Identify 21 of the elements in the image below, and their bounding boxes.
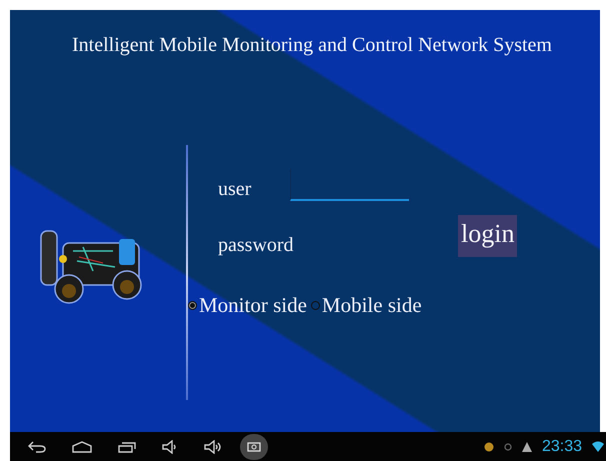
user-label: user (218, 178, 252, 201)
clock-time: 23:33 (542, 438, 582, 456)
password-label: password (218, 234, 295, 257)
volume-up-icon[interactable] (204, 440, 222, 454)
login-button[interactable]: login (458, 215, 518, 257)
radio-label[interactable]: Monitor side (199, 293, 307, 318)
home-icon[interactable] (72, 440, 92, 452)
radio-button[interactable] (310, 301, 320, 310)
radio-label[interactable]: Mobile side (322, 293, 422, 318)
screenshot-button[interactable] (240, 434, 268, 460)
wifi-icon (592, 441, 604, 452)
warning-icon (522, 442, 532, 452)
volume-down-icon[interactable] (162, 440, 178, 454)
status-circle-icon (504, 442, 512, 450)
app-title: Intelligent Mobile Monitoring and Control Network System (71, 33, 553, 57)
camera-icon (247, 441, 261, 452)
status-coin-icon (484, 442, 494, 452)
back-icon[interactable] (28, 440, 46, 452)
user-input-field[interactable] (290, 169, 409, 201)
radio-button[interactable] (188, 301, 197, 310)
recent-apps-icon[interactable] (118, 440, 136, 452)
